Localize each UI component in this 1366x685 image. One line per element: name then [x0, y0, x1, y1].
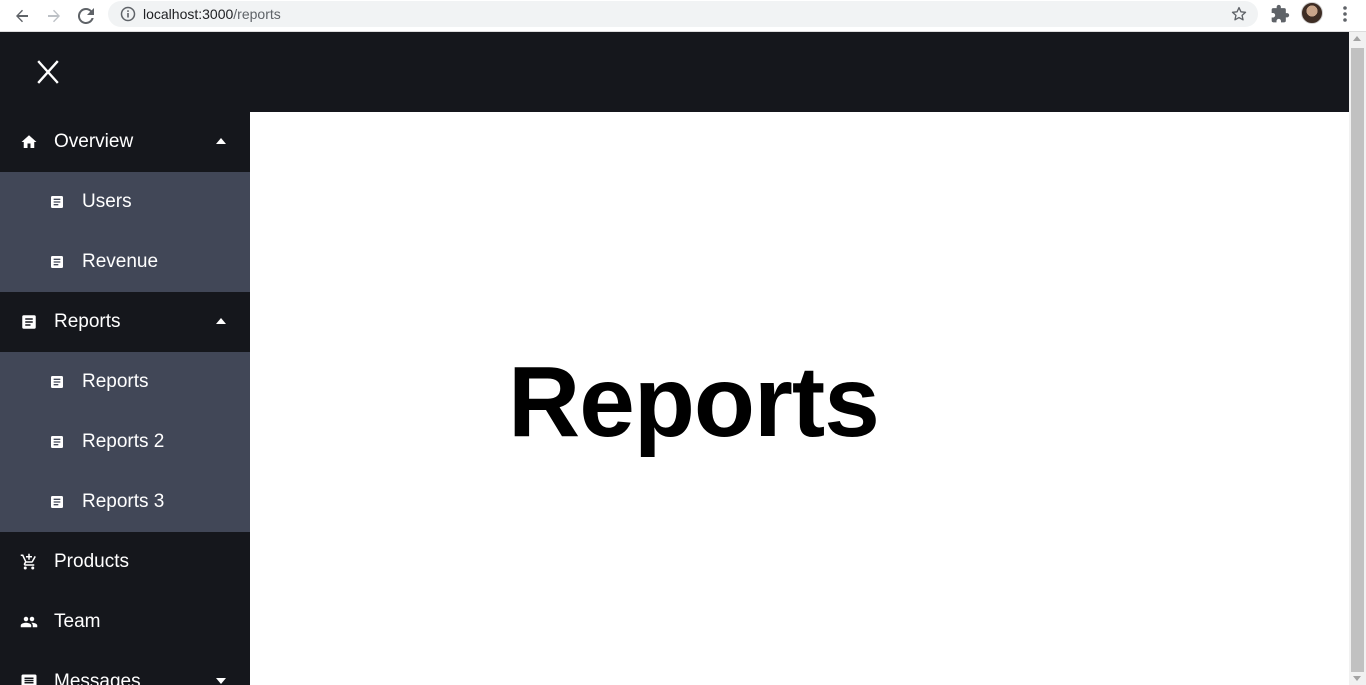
sidebar-item-label: Overview: [54, 131, 134, 152]
sidebar-item-overview[interactable]: Overview: [0, 112, 250, 172]
more-menu-icon[interactable]: [1335, 4, 1355, 24]
bookmark-star-icon[interactable]: [1230, 5, 1248, 23]
document-icon: [48, 433, 66, 451]
document-icon: [20, 313, 38, 331]
sidebar-item-label: Messages: [54, 671, 141, 685]
forward-icon[interactable]: [42, 4, 66, 28]
extensions-icon[interactable]: [1270, 4, 1290, 24]
team-icon: [20, 613, 38, 631]
url-path: /reports: [233, 6, 281, 22]
app-header: [0, 32, 1349, 112]
page-scrollbar[interactable]: [1349, 32, 1366, 685]
sidebar-item-users[interactable]: Users: [0, 172, 250, 232]
sidebar-item-revenue[interactable]: Revenue: [0, 232, 250, 292]
sidebar-item-team[interactable]: Team: [0, 592, 250, 652]
caret-down-icon: [216, 678, 226, 684]
home-icon: [20, 133, 38, 151]
caret-up-icon: [216, 138, 226, 144]
sidebar-item-reports-3[interactable]: Reports 3: [0, 472, 250, 532]
profile-avatar[interactable]: [1301, 2, 1323, 24]
scrollbar-thumb[interactable]: [1351, 48, 1364, 672]
sidebar-item-label: Reports 3: [82, 491, 165, 512]
sidebar-item-reports-1[interactable]: Reports: [0, 352, 250, 412]
cart-icon: [20, 553, 38, 571]
url-host: localhost:3000: [143, 6, 234, 22]
scroll-up-icon[interactable]: [1353, 36, 1361, 41]
sidebar-item-label: Revenue: [82, 251, 159, 272]
address-bar[interactable]: localhost:3000/reports: [108, 1, 1258, 27]
reload-icon[interactable]: [74, 4, 98, 28]
sidebar-item-messages[interactable]: Messages: [0, 652, 250, 685]
sidebar-item-label: Reports 2: [82, 431, 165, 452]
scroll-down-icon[interactable]: [1353, 676, 1361, 681]
sidebar-item-label: Team: [54, 611, 101, 632]
sidebar-item-label: Reports: [82, 371, 149, 392]
document-icon: [48, 493, 66, 511]
document-icon: [48, 193, 66, 211]
sidebar-item-label: Reports: [54, 311, 121, 332]
message-icon: [20, 673, 38, 685]
sidebar-item-reports-2[interactable]: Reports 2: [0, 412, 250, 472]
sidebar-item-reports[interactable]: Reports: [0, 292, 250, 352]
document-icon: [48, 253, 66, 271]
page-title: Reports: [508, 346, 880, 458]
document-icon: [48, 373, 66, 391]
sidebar: Overview Users Revenue Reports Reports R: [0, 112, 250, 685]
sidebar-item-label: Products: [54, 551, 129, 572]
main-content: Reports: [250, 112, 1349, 685]
close-icon[interactable]: [32, 56, 64, 88]
caret-up-icon: [216, 318, 226, 324]
sidebar-item-products[interactable]: Products: [0, 532, 250, 592]
sidebar-item-label: Users: [82, 191, 132, 212]
info-icon[interactable]: [120, 6, 136, 22]
back-icon[interactable]: [10, 4, 34, 28]
browser-toolbar: localhost:3000/reports: [0, 0, 1366, 32]
url-text: localhost:3000/reports: [143, 6, 281, 22]
